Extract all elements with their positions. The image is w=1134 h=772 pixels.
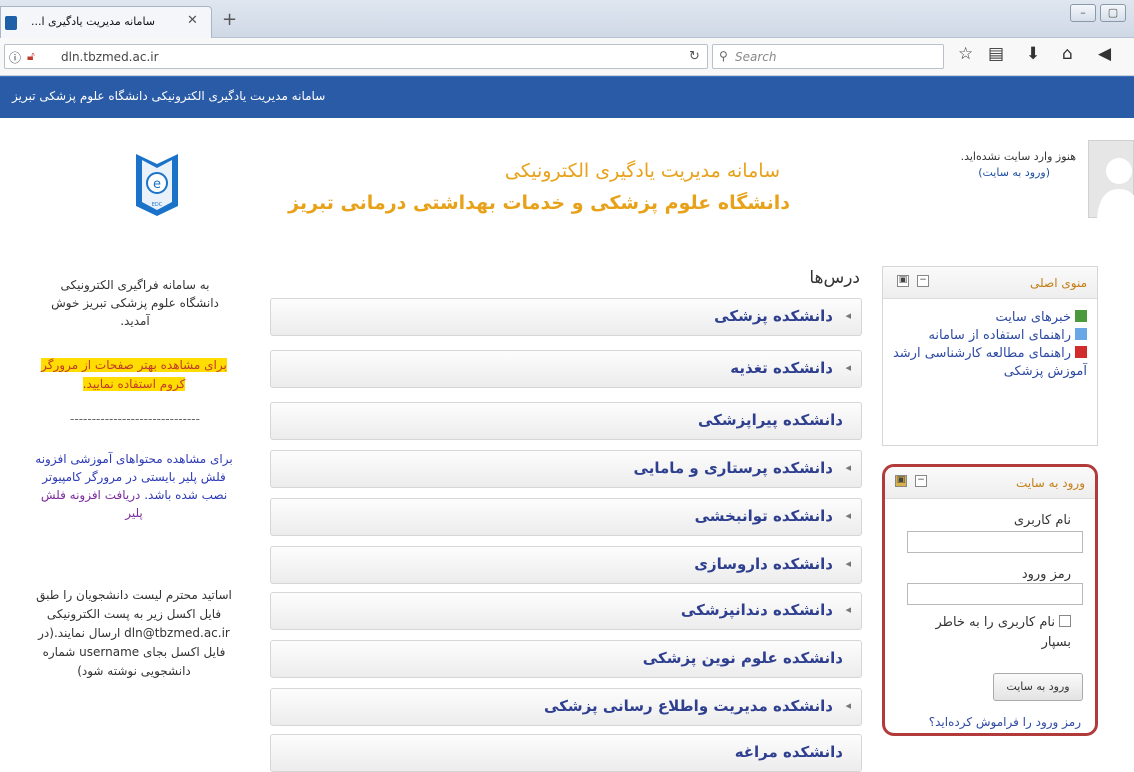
login-block: ورود به سایت − ▣ نام کاربری رمز ورود نام…: [882, 464, 1098, 736]
chrome-notice-text: برای مشاهده بهتر صفحات از مرورگر کروم اس…: [41, 358, 227, 391]
collapse-icon[interactable]: −: [917, 275, 929, 287]
login-status-text: هنوز وارد سایت نشده‌اید.: [960, 150, 1076, 163]
insecure-lock-icon[interactable]: 🔓︎: [27, 49, 35, 64]
dock-icon[interactable]: ▣: [895, 475, 907, 487]
course-category-row[interactable]: ◂ دانشکده تغذیه: [270, 350, 862, 388]
url-bar[interactable]: ⓘ 🔓︎ dln.tbzmed.ac.ir ↻: [4, 44, 708, 69]
chrome-notice: برای مشاهده بهتر صفحات از مرورگر کروم اس…: [34, 356, 234, 394]
info-icon[interactable]: ⓘ: [9, 49, 21, 66]
course-category-row[interactable]: دانشکده مراغه: [270, 734, 862, 772]
site-top-bar: سامانه مدیریت یادگیری الکترونیکی دانشگاه…: [0, 76, 1134, 118]
expand-arrow-icon[interactable]: ◂: [845, 309, 851, 322]
menu-item-study-guide[interactable]: راهنمای مطالعه کارشناسی ارشد آموزش پزشکی: [883, 345, 1097, 381]
site-bar-title[interactable]: سامانه مدیریت یادگیری الکترونیکی دانشگاه…: [12, 89, 412, 103]
collapse-icon[interactable]: −: [915, 475, 927, 487]
tab-title: سامانه مدیریت یادگیری ا...: [31, 15, 156, 28]
expand-arrow-icon[interactable]: ◂: [845, 557, 851, 570]
search-bar[interactable]: ⚲ Search: [712, 44, 944, 69]
expand-arrow-icon[interactable]: ◂: [845, 699, 851, 712]
password-field[interactable]: [907, 583, 1083, 605]
password-label: رمز ورود: [1021, 567, 1071, 582]
svg-text:EDC: EDC: [152, 202, 163, 208]
course-category-label[interactable]: دانشکده مراغه: [735, 743, 843, 761]
course-category-row[interactable]: ◂ دانشکده مدیریت واطلاع رسانی پزشکی: [270, 688, 862, 726]
course-category-label[interactable]: دانشکده تغذیه: [730, 359, 833, 377]
window-controls: – ▢: [1070, 2, 1130, 24]
course-category-label[interactable]: دانشکده پزشکی: [714, 307, 833, 325]
login-submit-button[interactable]: ورود به سایت: [993, 673, 1083, 701]
login-title: ورود به سایت: [1016, 476, 1085, 490]
remember-label: نام کاربری را به خاطر بسپار: [935, 615, 1071, 650]
expand-arrow-icon[interactable]: ◂: [845, 461, 851, 474]
username-label: نام کاربری: [1013, 513, 1071, 528]
menu-item-news[interactable]: خبرهای سایت: [883, 309, 1097, 327]
course-category-row[interactable]: ◂ دانشکده توانبخشی: [270, 498, 862, 536]
login-header: ورود به سایت − ▣: [885, 467, 1095, 499]
course-category-row[interactable]: ◂ دانشکده پزشکی: [270, 298, 862, 336]
menu-item-guide[interactable]: راهنمای استفاده از سامانه: [883, 327, 1097, 345]
close-tab-icon[interactable]: ✕: [187, 13, 198, 28]
expand-arrow-icon[interactable]: ◂: [845, 509, 851, 522]
main-menu-block: منوی اصلی − ▣ خبرهای سایت راهنمای استفاد…: [882, 266, 1098, 446]
browser-tab[interactable]: سامانه مدیریت یادگیری ا... ✕: [0, 6, 212, 38]
favicon-icon: [5, 16, 17, 30]
dock-icon[interactable]: ▣: [897, 275, 909, 287]
course-category-row[interactable]: ◂ دانشکده پرستاری و مامایی: [270, 450, 862, 488]
course-category-row[interactable]: ◂ دانشکده داروسازی: [270, 546, 862, 584]
welcome-text: به سامانه فراگیری الکترونیکی دانشگاه علو…: [51, 278, 219, 328]
course-category-label[interactable]: دانشکده مدیریت واطلاع رسانی پزشکی: [544, 697, 833, 715]
remember-checkbox[interactable]: [1059, 615, 1071, 627]
reading-list-icon[interactable]: ▤: [988, 44, 1004, 64]
home-icon[interactable]: ⌂: [1062, 44, 1073, 64]
tab-bar: سامانه مدیریت یادگیری ا... ✕ + – ▢: [0, 0, 1134, 38]
username-field[interactable]: [907, 531, 1083, 553]
expand-arrow-icon[interactable]: ◂: [845, 361, 851, 374]
bookmark-star-icon[interactable]: ☆: [958, 44, 973, 64]
course-category-label[interactable]: دانشکده پرستاری و مامایی: [634, 459, 833, 477]
header-title-line1: سامانه مدیریت یادگیری الکترونیکی: [504, 160, 780, 182]
course-category-label[interactable]: دانشکده علوم نوین پزشکی: [643, 649, 843, 667]
url-text[interactable]: dln.tbzmed.ac.ir: [61, 50, 159, 64]
flash-notice: برای مشاهده محتواهای آموزشی افزونه فلش پ…: [34, 450, 234, 522]
reload-icon[interactable]: ↻: [689, 49, 700, 64]
remember-me[interactable]: نام کاربری را به خاطر بسپار: [911, 613, 1071, 653]
main-menu-header: منوی اصلی − ▣: [883, 267, 1097, 299]
course-category-row[interactable]: ◂ دانشکده دندانپزشکی: [270, 592, 862, 630]
course-category-row[interactable]: دانشکده علوم نوین پزشکی: [270, 640, 862, 678]
news-icon: [1075, 310, 1087, 322]
course-category-row[interactable]: دانشکده پیراپزشکی: [270, 402, 862, 440]
minimize-icon[interactable]: –: [1070, 4, 1096, 22]
flash-download-link[interactable]: دریافت افزونه فلش پلیر: [41, 488, 143, 520]
course-category-label[interactable]: دانشکده توانبخشی: [695, 507, 833, 525]
pocket-icon[interactable]: ◀: [1098, 44, 1111, 64]
course-category-label[interactable]: دانشکده داروسازی: [694, 555, 833, 573]
pdf-icon: [1075, 346, 1087, 358]
expand-arrow-icon[interactable]: ◂: [845, 603, 851, 616]
courses-heading: درس‌ها: [809, 268, 860, 288]
divider-dashes: ------------------------------: [70, 412, 200, 426]
header-title-line2: دانشگاه علوم پزشکی و خدمات بهداشتی درمان…: [288, 192, 790, 214]
course-category-label[interactable]: دانشکده پیراپزشکی: [698, 411, 843, 429]
university-logo: e EDC: [134, 150, 180, 220]
forgot-password-link[interactable]: رمز ورود را فراموش کرده‌اید؟: [929, 715, 1081, 729]
maximize-icon[interactable]: ▢: [1100, 4, 1126, 22]
document-icon: [1075, 328, 1087, 340]
download-icon[interactable]: ⬇: [1026, 44, 1040, 64]
svg-text:e: e: [153, 177, 161, 192]
search-icon: ⚲: [719, 49, 728, 63]
professors-notice: اساتید محترم لیست دانشجویان را طبق فایل …: [36, 588, 232, 678]
new-tab-icon[interactable]: +: [222, 9, 237, 30]
avatar: [1088, 140, 1134, 219]
main-menu-title: منوی اصلی: [1030, 276, 1087, 290]
search-input[interactable]: Search: [735, 50, 777, 64]
login-link[interactable]: (ورود به سایت): [850, 166, 1050, 179]
course-category-label[interactable]: دانشکده دندانپزشکی: [681, 601, 833, 619]
